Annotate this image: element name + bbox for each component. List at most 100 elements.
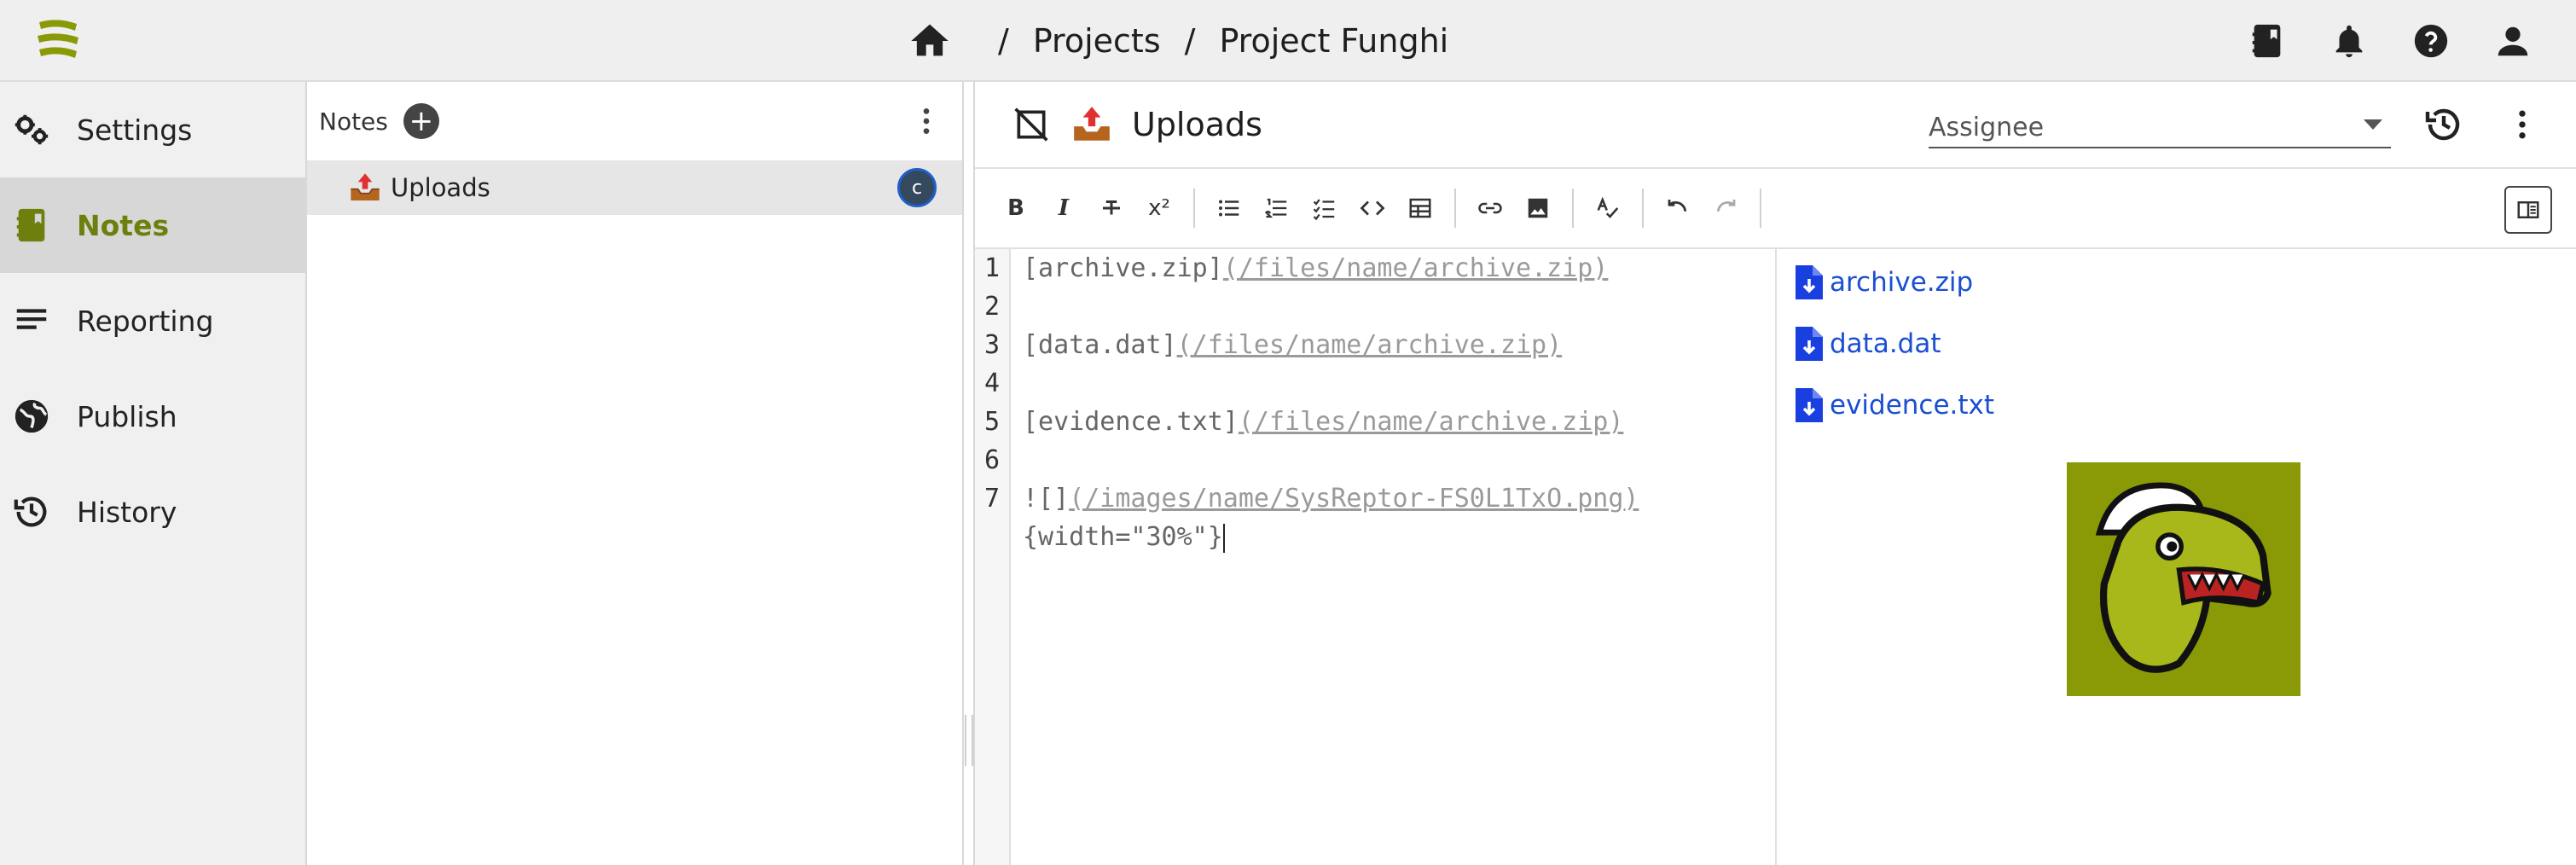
file-link[interactable]: archive.zip [1796, 261, 2563, 304]
nav-item-notes[interactable]: Notes [0, 177, 305, 273]
file-download-icon [1796, 388, 1823, 422]
add-note-button[interactable]: + [403, 103, 439, 139]
file-link[interactable]: data.dat [1796, 322, 2563, 365]
nav-item-publish[interactable]: Publish [0, 369, 305, 464]
note-editor-pane: Uploads Assignee B I x² 1 2 3 4 5 6 7 [a… [973, 82, 2576, 865]
notebook-button[interactable] [2226, 0, 2308, 82]
help-button[interactable] [2390, 0, 2472, 82]
help-icon [2414, 24, 2448, 58]
nav-item-history[interactable]: History [0, 464, 305, 560]
spellcheck-button[interactable] [1584, 184, 1632, 232]
code-link: (/files/name/archive.zip) [1222, 253, 1609, 283]
left-navigation: Settings Notes Reporting Publish History [0, 82, 307, 865]
image-button[interactable] [1514, 184, 1562, 232]
code-text: ![] [1023, 484, 1070, 514]
note-title[interactable]: Uploads [1132, 106, 1262, 143]
notes-header: Notes + [307, 82, 962, 160]
file-link-label: evidence.txt [1830, 390, 1995, 421]
notifications-button[interactable] [2308, 0, 2390, 82]
code-text: {width="30%"} [1023, 522, 1223, 552]
undo-button[interactable] [1654, 184, 1702, 232]
settings-icon [12, 110, 51, 149]
link-button[interactable] [1466, 184, 1514, 232]
file-link[interactable]: evidence.txt [1796, 384, 2563, 427]
nav-item-settings[interactable]: Settings [0, 82, 305, 177]
task-list-button[interactable] [1301, 184, 1349, 232]
line-number: 2 [983, 292, 1001, 322]
note-list-item[interactable]: Uploads c [307, 160, 962, 215]
pane-resize-handle[interactable] [965, 715, 973, 766]
history-icon [12, 492, 51, 531]
breadcrumb: / Projects / Project Funghi [908, 0, 1448, 82]
file-download-icon [1796, 327, 1823, 361]
code-button[interactable] [1349, 184, 1396, 232]
link-icon [1478, 202, 1502, 214]
strikethrough-icon [1103, 200, 1120, 215]
undo-icon [1668, 200, 1687, 212]
lines-icon [12, 301, 51, 340]
toolbar-divider [1454, 189, 1456, 228]
markdown-code-editor[interactable]: [archive.zip](/files/name/archive.zip) [… [1023, 249, 1756, 556]
toolbar-divider [1572, 189, 1574, 228]
bullet-list-button[interactable] [1205, 184, 1253, 232]
table-button[interactable] [1396, 184, 1444, 232]
nav-label: Notes [77, 208, 170, 242]
table-icon [1409, 198, 1431, 218]
superscript-icon: x² [1148, 195, 1170, 221]
account-button[interactable] [2472, 0, 2554, 82]
line-number-gutter: 1 2 3 4 5 6 7 [975, 249, 1011, 865]
line-number: 3 [983, 330, 1001, 360]
assignee-select[interactable]: Assignee [1929, 107, 2391, 148]
breadcrumb-separator: / [1184, 22, 1196, 60]
history-icon[interactable] [2423, 104, 2464, 145]
toolbar-divider [1760, 189, 1761, 228]
more-vertical-icon[interactable] [909, 104, 943, 138]
code-link: (/images/name/SysReptor-FS0L1TxO.png) [1069, 484, 1639, 514]
file-link-label: data.dat [1830, 328, 1941, 359]
home-icon[interactable] [908, 19, 952, 63]
line-number: 1 [983, 253, 1001, 283]
nav-item-reporting[interactable]: Reporting [0, 273, 305, 369]
toolbar-divider [1642, 189, 1644, 228]
preview-toggle-button[interactable] [2504, 186, 2552, 234]
breadcrumb-project[interactable]: Project Funghi [1219, 22, 1448, 60]
sysreptor-dinosaur-image [2067, 462, 2300, 696]
code-line: [evidence.txt](/files/name/archive.zip) [1023, 403, 1756, 441]
outbox-tray-icon[interactable] [1070, 103, 1113, 146]
editor-header: Uploads Assignee [975, 82, 2576, 167]
bold-icon: B [1007, 195, 1024, 221]
redo-button[interactable] [1702, 184, 1749, 232]
code-link: (/files/name/archive.zip) [1238, 407, 1624, 437]
nav-label: Publish [77, 399, 177, 433]
bold-button[interactable]: B [992, 184, 1040, 232]
italic-button[interactable]: I [1040, 184, 1088, 232]
code-line: ![](/images/name/SysReptor-FS0L1TxO.png) [1023, 479, 1756, 518]
editor-body: 1 2 3 4 5 6 7 [archive.zip](/files/name/… [975, 249, 2576, 865]
notes-title: Notes [319, 107, 388, 136]
breadcrumb-projects[interactable]: Projects [1033, 22, 1161, 60]
numbered-list-button[interactable] [1253, 184, 1301, 232]
markdown-preview: archive.zip data.dat evidence.txt [1796, 249, 2563, 865]
code-line: [archive.zip](/files/name/archive.zip) [1023, 249, 1756, 287]
avatar: c [897, 168, 937, 207]
plus-icon: + [409, 104, 434, 138]
file-download-icon [1796, 265, 1823, 299]
code-text: [data.dat] [1023, 330, 1177, 360]
code-line: [data.dat](/files/name/archive.zip) [1023, 326, 1756, 364]
hide-sidebar-icon[interactable] [1012, 106, 1050, 143]
line-number: 6 [983, 445, 1001, 475]
notes-list-pane: Notes + Uploads c [307, 82, 964, 865]
sysreptor-logo-icon[interactable] [32, 15, 84, 63]
nav-label: Settings [77, 113, 193, 147]
breadcrumb-separator: / [998, 22, 1009, 60]
more-vertical-icon[interactable] [2503, 106, 2541, 143]
code-line: {width="30%"} [1023, 518, 1756, 556]
strikethrough-button[interactable] [1088, 184, 1135, 232]
line-number: 5 [983, 407, 1001, 437]
file-link-label: archive.zip [1830, 267, 1974, 298]
superscript-button[interactable]: x² [1135, 184, 1183, 232]
assignee-placeholder: Assignee [1929, 112, 2045, 142]
